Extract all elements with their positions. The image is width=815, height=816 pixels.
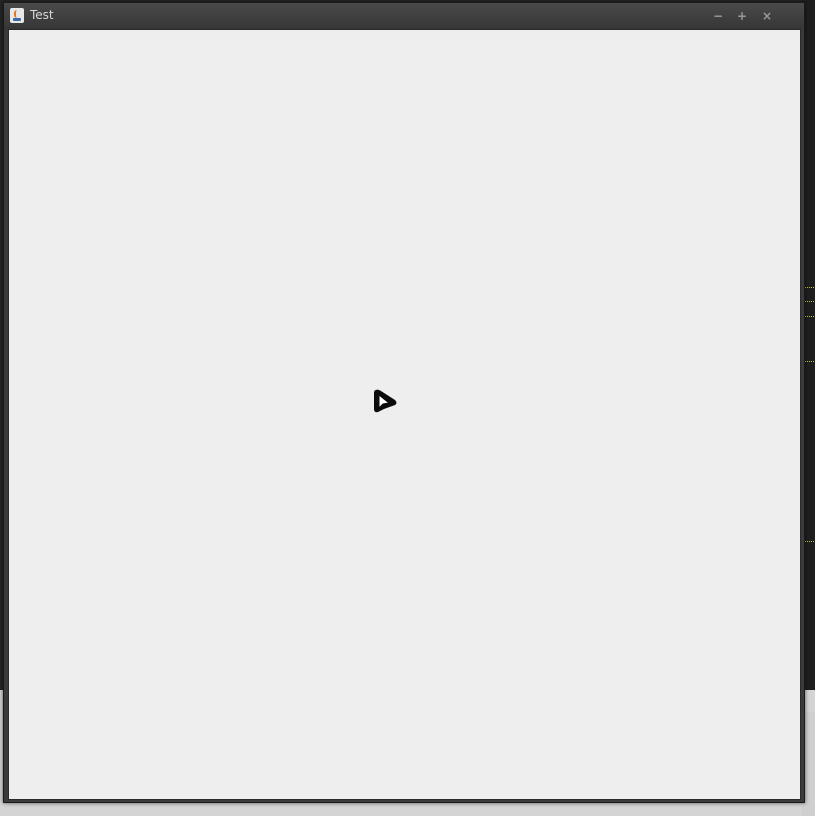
warning-squiggle [804,359,814,362]
minimize-button[interactable]: − [710,8,726,24]
maximize-button[interactable]: + [734,8,750,24]
mouse-pointer-icon [374,389,397,413]
desktop: Test − + × [0,0,815,816]
title-bar[interactable]: Test − + × [4,3,804,29]
warning-squiggle [804,314,814,317]
window-title: Test [30,8,54,22]
warning-squiggle [804,539,814,542]
java-coffee-icon [10,8,24,23]
close-button[interactable]: × [759,8,775,24]
warning-squiggle [804,299,814,302]
app-window[interactable]: Test − + × [3,2,805,803]
window-content[interactable] [8,29,801,800]
warning-squiggle [804,285,814,288]
